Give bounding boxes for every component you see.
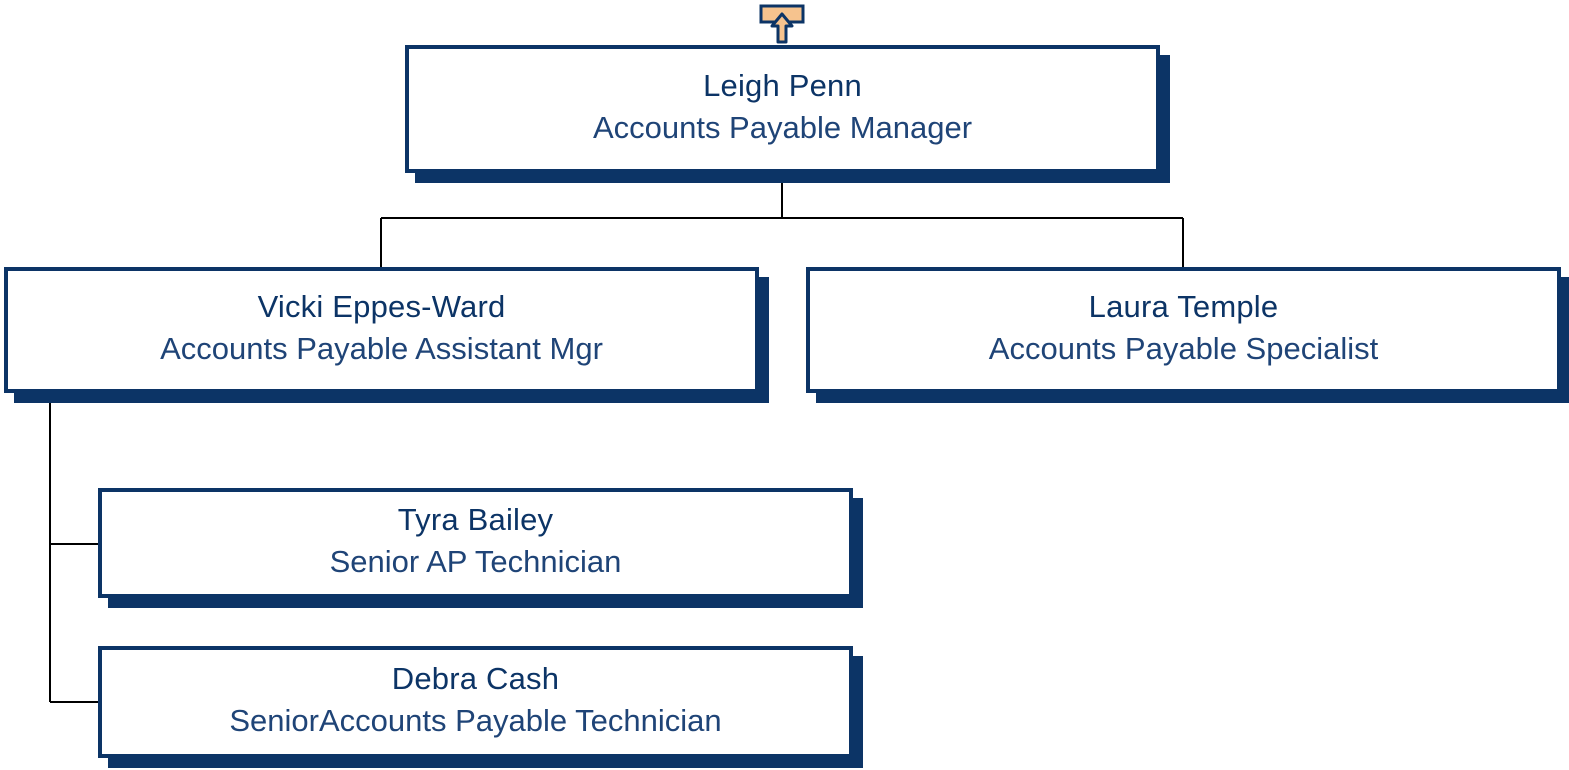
node-manager[interactable]: Leigh Penn Accounts Payable Manager — [405, 45, 1160, 173]
node-name: Debra Cash — [391, 661, 560, 696]
node-name: Vicki Eppes-Ward — [257, 289, 506, 324]
node-title: SeniorAccounts Payable Technician — [229, 703, 722, 738]
navigate-up-button[interactable] — [759, 2, 805, 46]
node-direct-report[interactable]: Vicki Eppes-Ward Accounts Payable Assist… — [4, 267, 759, 393]
arrow-up-icon — [759, 4, 805, 44]
node-sub-report[interactable]: Debra Cash SeniorAccounts Payable Techni… — [98, 646, 853, 758]
node-sub-report[interactable]: Tyra Bailey Senior AP Technician — [98, 488, 853, 598]
node-title: Accounts Payable Manager — [592, 110, 973, 145]
node-name: Leigh Penn — [703, 68, 862, 103]
node-name: Laura Temple — [1088, 289, 1279, 324]
node-title: Accounts Payable Specialist — [988, 331, 1379, 366]
node-name: Tyra Bailey — [397, 502, 554, 537]
node-title: Accounts Payable Assistant Mgr — [160, 331, 603, 366]
node-direct-report[interactable]: Laura Temple Accounts Payable Specialist — [806, 267, 1561, 393]
node-title: Senior AP Technician — [329, 544, 622, 579]
